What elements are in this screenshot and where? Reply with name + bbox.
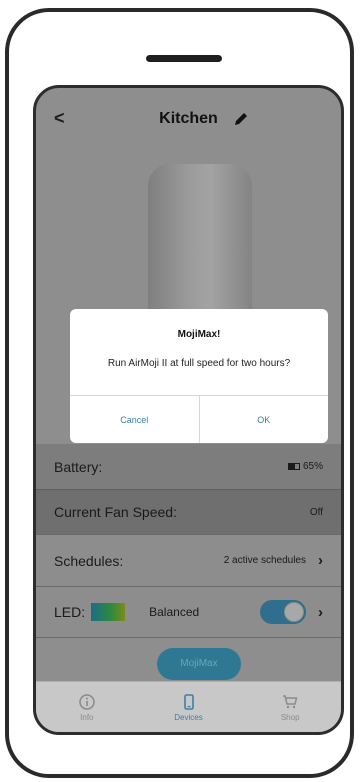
tab-info-label: Info bbox=[80, 712, 94, 722]
ok-button[interactable]: OK bbox=[198, 396, 329, 443]
chevron-right-icon[interactable]: › bbox=[318, 604, 323, 621]
dialog-message: Run AirMoji II at full speed for two hou… bbox=[107, 358, 291, 369]
page-title: Kitchen bbox=[159, 110, 218, 127]
phone-speaker bbox=[146, 55, 222, 62]
chevron-right-icon[interactable]: › bbox=[318, 552, 323, 569]
edit-pencil-icon[interactable] bbox=[232, 110, 250, 128]
led-color-swatch bbox=[91, 603, 126, 621]
tab-info[interactable]: Info bbox=[36, 682, 138, 732]
schedules-value: 2 active schedules bbox=[223, 555, 306, 566]
fan-speed-row: Current Fan Speed: Off bbox=[36, 489, 341, 534]
led-mode-label: Balanced bbox=[149, 605, 200, 619]
battery-icon bbox=[287, 462, 300, 470]
led-label: LED: bbox=[54, 604, 86, 620]
bottom-tab-bar: Info Devices Shop bbox=[36, 681, 341, 732]
info-icon bbox=[79, 693, 95, 710]
dialog-title: MojiMax! bbox=[177, 329, 221, 340]
led-row[interactable]: LED: Balanced › bbox=[36, 586, 341, 638]
tab-devices[interactable]: Devices bbox=[138, 682, 240, 732]
tab-devices-label: Devices bbox=[174, 712, 203, 722]
battery-percent: 65% bbox=[302, 461, 323, 472]
confirm-dialog: MojiMax! Run AirMoji II at full speed fo… bbox=[70, 309, 328, 443]
cart-icon bbox=[283, 694, 298, 708]
fan-speed-label: Current Fan Speed: bbox=[54, 504, 177, 520]
tab-shop-label: Shop bbox=[280, 712, 300, 722]
schedules-row[interactable]: Schedules: 2 active schedules › bbox=[36, 534, 341, 586]
battery-row: Battery: 65% bbox=[36, 444, 341, 489]
dialog-buttons: Cancel OK bbox=[70, 395, 328, 443]
mojimax-button[interactable]: MojiMax bbox=[157, 648, 241, 680]
battery-label: Battery: bbox=[54, 458, 103, 475]
cancel-button[interactable]: Cancel bbox=[70, 396, 199, 443]
schedules-label: Schedules: bbox=[54, 552, 124, 569]
toggle-knob bbox=[284, 602, 304, 622]
battery-value: 65% bbox=[287, 461, 323, 472]
phone-frame: < Kitchen Battery: 65% Current Fan Speed… bbox=[5, 8, 354, 778]
tab-shop[interactable]: Shop bbox=[239, 682, 341, 732]
app-screen: < Kitchen Battery: 65% Current Fan Speed… bbox=[33, 85, 344, 735]
fan-speed-value: Off bbox=[309, 506, 323, 518]
device-icon bbox=[183, 693, 194, 710]
led-toggle[interactable] bbox=[260, 600, 306, 624]
